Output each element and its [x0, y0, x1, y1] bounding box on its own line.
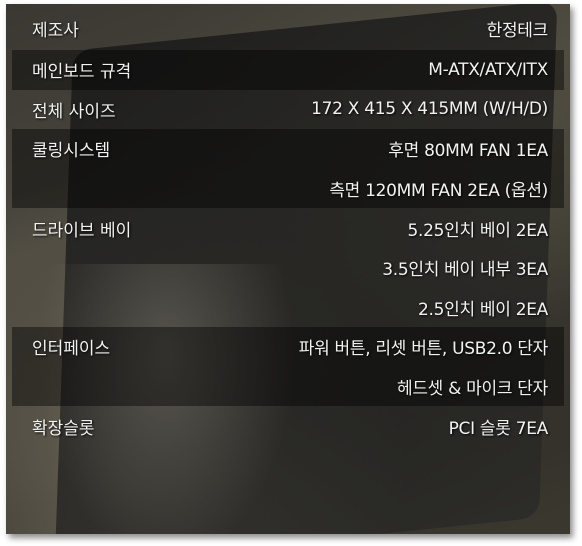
spec-card: 제조사 한정테크 메인보드 규격 M-ATX/ATX/ITX 전체 사이즈 17… — [6, 4, 570, 534]
spec-label: 쿨링시스템 — [32, 141, 111, 162]
spec-value: 파워 버튼, 리셋 버튼, USB2.0 단자 — [298, 339, 549, 360]
spec-row: 인터페이스 파워 버튼, 리셋 버튼, USB2.0 단자 — [12, 327, 564, 367]
spec-value: 172 X 415 X 415MM (W/H/D) — [311, 99, 548, 120]
spec-row: 3.5인치 베이 내부 3EA — [12, 248, 564, 288]
spec-value: 측면 120MM FAN 2EA (옵션) — [329, 181, 548, 202]
spec-value: 후면 80MM FAN 1EA — [388, 141, 548, 162]
spec-row: 드라이브 베이 5.25인치 베이 2EA — [12, 208, 564, 248]
spec-row: 제조사 한정테크 — [12, 6, 564, 50]
spec-row: 헤드셋 & 마이크 단자 — [12, 366, 564, 407]
spec-value: PCI 슬롯 7EA — [448, 418, 549, 439]
spec-label: 드라이브 베이 — [32, 220, 132, 241]
spec-row: 메인보드 규격 M-ATX/ATX/ITX — [12, 50, 564, 90]
spec-label: 확장슬롯 — [32, 418, 95, 439]
spec-value: 3.5인치 베이 내부 3EA — [382, 260, 548, 281]
spec-row: 쿨링시스템 후면 80MM FAN 1EA — [12, 129, 564, 169]
spec-value: 헤드셋 & 마이크 단자 — [397, 379, 548, 400]
spec-row: 전체 사이즈 172 X 415 X 415MM (W/H/D) — [12, 90, 564, 130]
spec-table: 제조사 한정테크 메인보드 규격 M-ATX/ATX/ITX 전체 사이즈 17… — [12, 6, 564, 446]
spec-value: 2.5인치 베이 2EA — [418, 299, 548, 320]
spec-value: 5.25인치 베이 2EA — [407, 220, 548, 241]
spec-row: 확장슬롯 PCI 슬롯 7EA — [12, 406, 564, 446]
spec-value: M-ATX/ATX/ITX — [428, 59, 548, 80]
spec-label: 제조사 — [32, 20, 79, 41]
spec-label: 인터페이스 — [32, 339, 111, 360]
spec-label: 메인보드 규격 — [32, 62, 132, 83]
spec-value: 한정테크 — [486, 20, 549, 41]
spec-row: 측면 120MM FAN 2EA (옵션) — [12, 168, 564, 209]
spec-label: 전체 사이즈 — [32, 101, 116, 122]
spec-row: 2.5인치 베이 2EA — [12, 288, 564, 328]
